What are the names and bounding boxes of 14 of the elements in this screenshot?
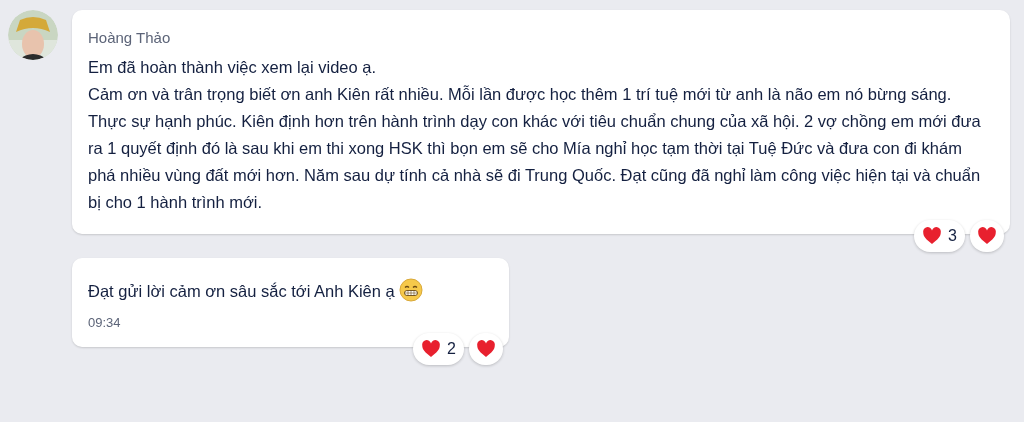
- heart-icon: [421, 338, 442, 359]
- reaction-count-button[interactable]: 3: [914, 220, 965, 252]
- heart-icon: [977, 226, 997, 246]
- avatar[interactable]: [8, 10, 58, 60]
- sender-name: Hoàng Thảo: [88, 28, 172, 48]
- message-text: Cảm ơn và trân trọng biết ơn anh Kiên rất nhiều. Mỗi lần được học thêm 1 trí tuệ mới từ anh là não em nó bừng sáng. Thực sự hạnh phúc. Kiên định hơn trên hành trình dạy con khác với tiêu chuẩn chung của xã hội. 2 vợ chồng em mới đưa ra 1 quyết định đó là sau khi em thi xong HSK thì bọn em sẽ cho Mía nghỉ học tạm thời tại Tuệ Đức và đưa con đi khám phá nhiều vùng đất mới hơn. Năm sau dự tính cả nhà sẽ đi Trung Quốc. Đạt cũng đã nghỉ làm công việc hiện tại và chuẩn bị cho 1 hành trình mới.: [88, 85, 981, 211]
- message-time: 09:34: [88, 314, 122, 332]
- message-text: Em đã hoàn thành việc xem lại video ạ.: [88, 58, 376, 76]
- reaction-count-button[interactable]: 2: [413, 332, 464, 365]
- heart-icon: [476, 338, 496, 359]
- react-button[interactable]: [970, 220, 1004, 252]
- react-button[interactable]: [469, 332, 503, 365]
- heart-icon: [922, 226, 943, 246]
- message-text: Đạt gửi lời cảm ơn sâu sắc tới Anh Kiên ạ: [88, 282, 395, 300]
